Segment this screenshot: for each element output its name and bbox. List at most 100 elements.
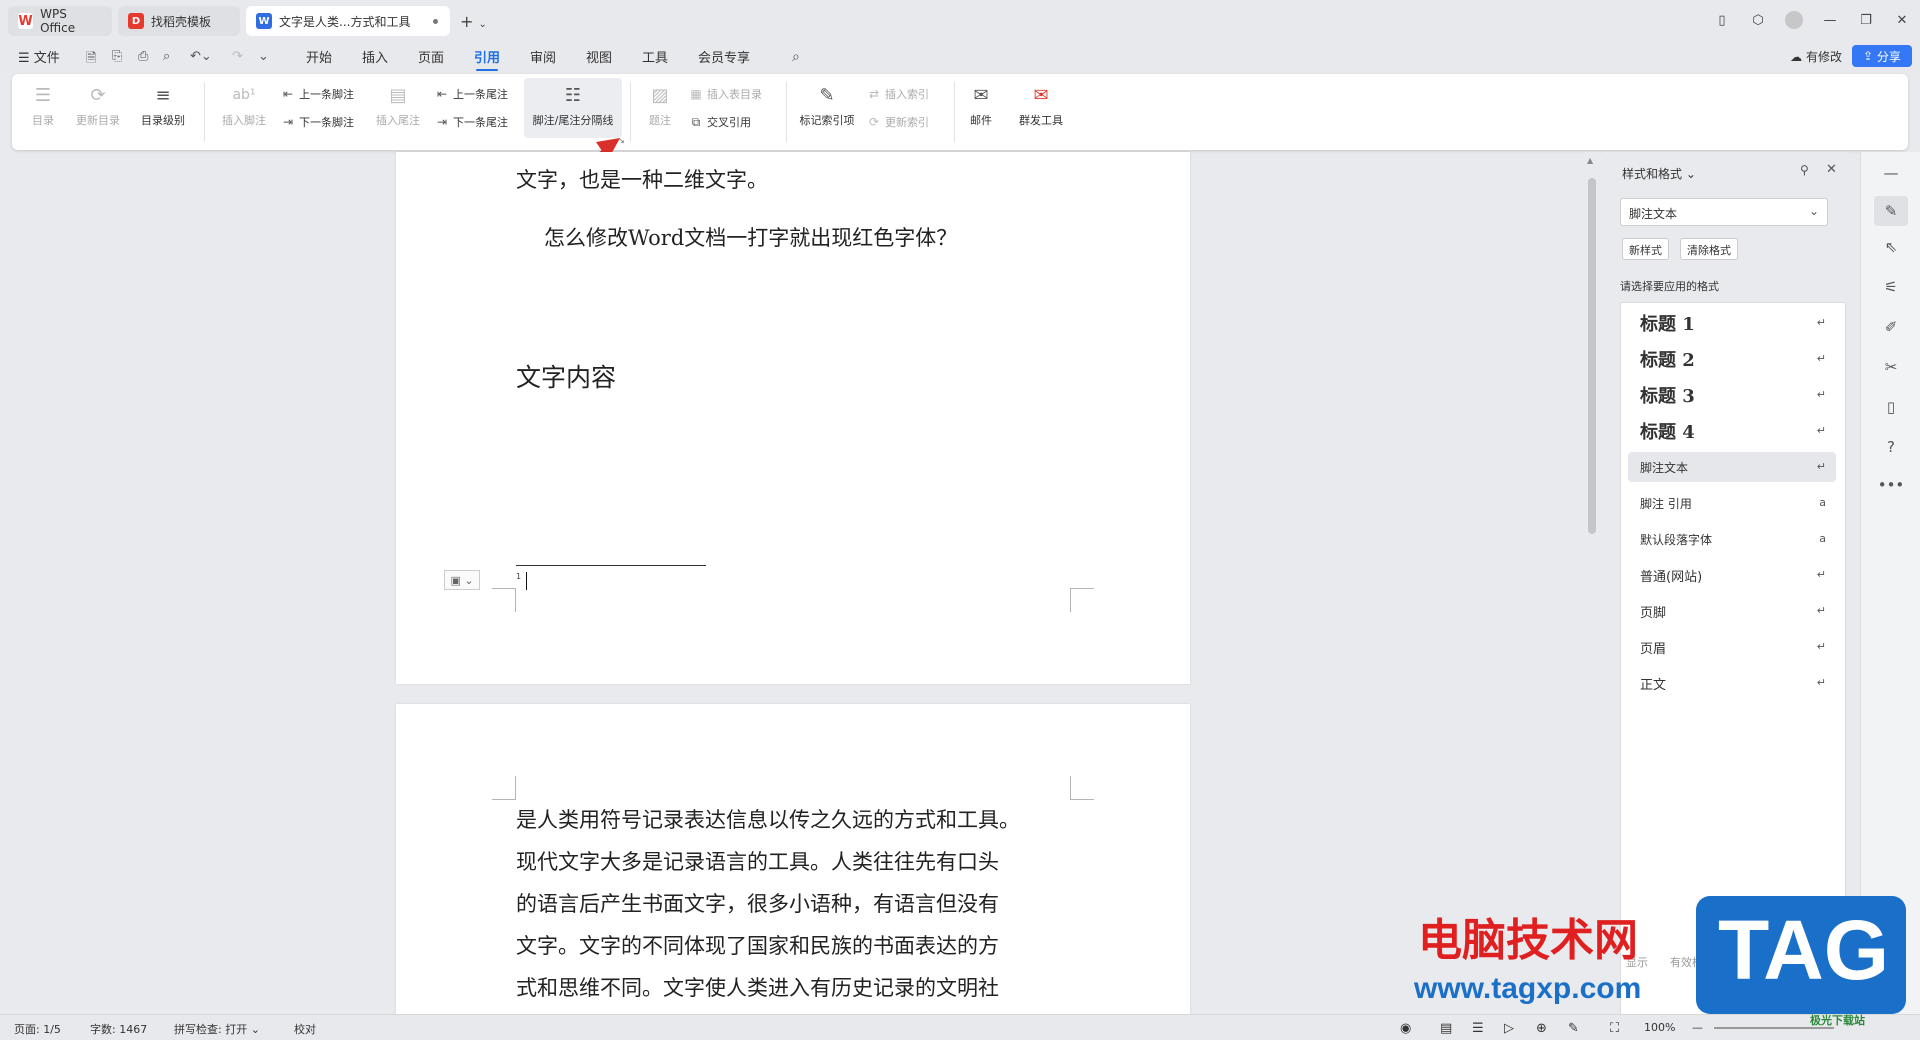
close-icon[interactable]: ✕ [1884, 13, 1920, 28]
update-toc-button[interactable]: ⟳ 更新目录 [72, 82, 124, 128]
menu-insert[interactable]: 插入 [362, 47, 388, 66]
new-tab-plus-icon[interactable]: + ⌄ [460, 12, 487, 31]
prev-endnote-button[interactable]: ⇤ 上一条尾注 [434, 86, 508, 102]
tools-icon[interactable]: ✂ [1861, 358, 1920, 376]
mail-button[interactable]: ✉ 邮件 [964, 82, 998, 128]
file-menu[interactable]: ☰ 文件 [18, 47, 60, 66]
edit-image-icon[interactable]: ✐ [1861, 318, 1920, 336]
cube-icon[interactable]: ⬡ [1740, 13, 1776, 28]
spell-check-toggle[interactable]: 拼写检查: 打开 ⌄ [174, 1021, 260, 1037]
avatar[interactable] [1776, 11, 1812, 29]
close-panel-icon[interactable]: ✕ [1826, 162, 1837, 177]
sync-status[interactable]: ☁ 有修改 [1790, 48, 1842, 65]
footnote-options-icon[interactable]: ▣ ⌄ [444, 570, 480, 590]
wps-logo-icon: W [18, 13, 34, 29]
print-preview-icon[interactable]: ⌕ [163, 49, 170, 64]
body-paragraph-line: 的语言后产生书面文字，很多小语种，有语言但没有 [516, 892, 999, 916]
search-icon[interactable]: ⌕ [792, 49, 800, 65]
style-item[interactable]: 普通(网站) ↵ [1628, 560, 1836, 590]
ribbon-references: ☰ 目录 ⟳ 更新目录 ≡ 目录级别 ab¹ 插入脚注 ⇤ 上一条脚注 ⇥ 下一… [12, 74, 1908, 150]
menu-member[interactable]: 会员专享 [698, 47, 750, 66]
insert-index-button[interactable]: ⇄ 插入索引 [866, 86, 929, 102]
vertical-scrollbar[interactable]: ▲ [1584, 152, 1600, 1014]
restore-icon[interactable]: ❐ [1848, 13, 1884, 28]
style-item[interactable]: 标题 2 ↵ [1628, 344, 1836, 374]
print-icon[interactable]: ⎙ [138, 49, 148, 64]
menu-start[interactable]: 开始 [306, 47, 332, 66]
minimize-icon[interactable]: — [1812, 13, 1848, 28]
style-item[interactable]: 正文 ↵ [1628, 668, 1836, 698]
prev-endnote-label: 上一条尾注 [453, 88, 508, 101]
cross-reference-button[interactable]: ⧉ 交叉引用 [688, 114, 751, 130]
unsaved-dot-icon[interactable] [433, 19, 438, 24]
separator-line-icon: ☷ [564, 84, 582, 106]
more-icon[interactable]: ••• [1861, 476, 1920, 494]
style-item[interactable]: 标题 4 ↵ [1628, 416, 1836, 446]
clear-format-button[interactable]: 清除格式 [1680, 238, 1738, 260]
caption-button[interactable]: ▨ 题注 [642, 82, 678, 128]
next-endnote-button[interactable]: ⇥ 下一条尾注 [434, 114, 508, 130]
toc-button[interactable]: ☰ 目录 [26, 82, 60, 128]
styles-panel: 样式和格式 ⌄ ⚲ ✕ 脚注文本 ⌄ 新样式 清除格式 请选择要应用的格式 标题… [1602, 152, 1848, 1040]
scrollbar-thumb[interactable] [1588, 178, 1596, 534]
insert-table-of-figures-button[interactable]: ▦ 插入表目录 [688, 86, 762, 102]
prev-footnote-label: 上一条脚注 [299, 88, 354, 101]
panel-title[interactable]: 样式和格式 ⌄ [1622, 165, 1696, 182]
menu-references[interactable]: 引用 [474, 47, 500, 71]
style-item[interactable]: 标题 3 ↵ [1628, 380, 1836, 410]
select-cursor-icon[interactable]: ⇖ [1861, 238, 1920, 256]
style-brush-icon[interactable]: ✎ [1874, 196, 1908, 226]
footnote-separator-button[interactable]: ☷ 脚注/尾注分隔线 [524, 78, 622, 138]
update-index-button[interactable]: ⟳ 更新索引 [866, 114, 929, 130]
style-item[interactable]: 页脚 ↵ [1628, 596, 1836, 626]
quick-access-dropdown-icon[interactable]: ⌄ [258, 49, 269, 64]
character-style-icon: a [1819, 496, 1826, 509]
new-style-button[interactable]: 新样式 [1622, 238, 1669, 260]
paragraph-return-icon: ↵ [1816, 460, 1826, 473]
mass-mail-icon: ✉ [1033, 84, 1049, 106]
paragraph-return-icon: ↵ [1816, 352, 1826, 365]
toc-level-button[interactable]: ≡ 目录级别 [132, 82, 194, 128]
settings-sliders-icon[interactable]: ⚟ [1861, 278, 1920, 296]
tab-wps-office[interactable]: W WPS Office [8, 6, 112, 36]
prev-footnote-button[interactable]: ⇤ 上一条脚注 [280, 86, 354, 102]
document-page-1[interactable]: 文字，也是一种二维文字。 怎么修改Word文档一打字就出现红色字体？ 文字内容 … [396, 152, 1190, 684]
style-item[interactable]: 默认段落字体 a [1628, 524, 1836, 554]
layout-icon[interactable]: ▯ [1704, 13, 1740, 28]
redo-icon[interactable]: ↷ [232, 49, 243, 64]
export-icon[interactable]: ⎘ [112, 49, 122, 64]
menu-review[interactable]: 审阅 [530, 47, 556, 66]
mark-index-button[interactable]: ✎ 标记索引项 [796, 82, 858, 128]
current-style-select[interactable]: 脚注文本 ⌄ [1620, 198, 1828, 226]
pin-icon[interactable]: ⚲ [1800, 163, 1809, 177]
style-item[interactable]: 脚注文本 ↵ [1628, 452, 1836, 482]
insert-footnote-button[interactable]: ab¹ 插入脚注 [218, 82, 270, 128]
book-icon[interactable]: ▯ [1861, 398, 1920, 416]
mass-mail-button[interactable]: ✉ 群发工具 [1010, 82, 1072, 128]
collapse-icon[interactable]: — [1861, 164, 1920, 182]
style-item[interactable]: 页眉 ↵ [1628, 632, 1836, 662]
proofread-button[interactable]: 校对 [294, 1021, 316, 1037]
paragraph-return-icon: ↵ [1816, 424, 1826, 437]
save-icon[interactable]: 🗎 [86, 49, 96, 71]
help-icon[interactable]: ? [1861, 438, 1920, 456]
document-page-2[interactable]: 是人类用符号记录表达信息以传之久远的方式和工具。 现代文字大多是记录语言的工具。… [396, 704, 1190, 1024]
page-indicator[interactable]: 页面: 1/5 [14, 1021, 61, 1037]
tab-docer-templates[interactable]: D 找稻壳模板 [118, 6, 240, 36]
next-footnote-button[interactable]: ⇥ 下一条脚注 [280, 114, 354, 130]
insert-endnote-button[interactable]: ▤ 插入尾注 [372, 82, 424, 128]
paragraph-return-icon: ↵ [1816, 316, 1826, 329]
mark-index-label: 标记索引项 [799, 114, 855, 127]
next-footnote-icon: ⇥ [282, 115, 294, 129]
share-button[interactable]: ⇪ 分享 [1852, 45, 1912, 67]
tab-document[interactable]: W 文字是人类...方式和工具 [246, 6, 450, 36]
style-item[interactable]: 脚注 引用 a [1628, 488, 1836, 518]
menu-page[interactable]: 页面 [418, 47, 444, 66]
undo-icon[interactable]: ↶⌄ [190, 49, 212, 64]
menu-view[interactable]: 视图 [586, 47, 612, 66]
word-count[interactable]: 字数: 1467 [90, 1021, 147, 1037]
scroll-up-icon[interactable]: ▲ [1587, 156, 1593, 165]
update-index-label: 更新索引 [885, 116, 929, 129]
menu-tools[interactable]: 工具 [642, 47, 668, 66]
style-item[interactable]: 标题 1 ↵ [1628, 308, 1836, 338]
